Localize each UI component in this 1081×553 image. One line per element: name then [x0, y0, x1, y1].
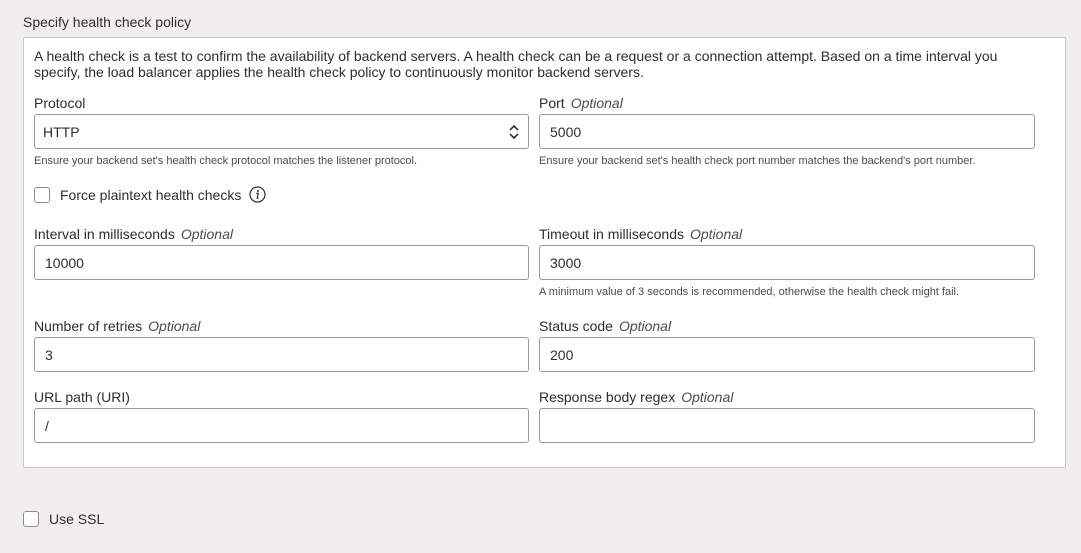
retries-label: Number of retries Optional [34, 318, 201, 334]
timeout-input[interactable] [539, 245, 1035, 280]
retries-input[interactable] [34, 337, 529, 372]
protocol-help: Ensure your backend set's health check p… [34, 155, 418, 167]
section-title: Specify health check policy [23, 14, 192, 30]
health-check-panel: A health check is a test to confirm the … [23, 37, 1066, 468]
force-plaintext-checkbox[interactable] [34, 186, 50, 203]
chevron-updown-icon [509, 124, 519, 139]
interval-label: Interval in milliseconds Optional [34, 226, 233, 242]
protocol-value: HTTP [43, 123, 80, 140]
retries-optional: Optional [148, 318, 201, 334]
use-ssl-label[interactable]: Use SSL [49, 511, 104, 527]
interval-input[interactable] [34, 245, 529, 280]
interval-optional: Optional [180, 226, 233, 242]
use-ssl-row: Use SSL [23, 511, 104, 527]
response-regex-label: Response body regex Optional [539, 389, 734, 405]
status-code-label: Status code Optional [539, 318, 672, 334]
url-path-label: URL path (URI) [34, 389, 130, 405]
url-path-input[interactable] [34, 408, 529, 443]
protocol-select[interactable]: HTTP [34, 114, 529, 149]
timeout-optional: Optional [689, 226, 743, 242]
response-regex-input[interactable] [539, 408, 1035, 443]
info-icon[interactable] [249, 186, 266, 203]
force-plaintext-row: Force plaintext health checks [34, 186, 266, 203]
timeout-help: A minimum value of 3 seconds is recommen… [539, 286, 960, 298]
use-ssl-checkbox[interactable] [23, 511, 39, 527]
timeout-label: Timeout in milliseconds Optional [539, 226, 743, 242]
force-plaintext-label[interactable]: Force plaintext health checks [60, 187, 241, 203]
port-optional: Optional [570, 95, 623, 111]
status-code-optional: Optional [618, 318, 672, 334]
health-check-description: A health check is a test to confirm the … [34, 48, 998, 80]
response-regex-optional: Optional [681, 389, 734, 405]
port-help: Ensure your backend set's health check p… [539, 155, 976, 167]
port-label: Port Optional [539, 95, 623, 111]
status-code-input[interactable] [539, 337, 1035, 372]
protocol-label: Protocol [34, 95, 86, 111]
port-input[interactable] [539, 114, 1035, 149]
